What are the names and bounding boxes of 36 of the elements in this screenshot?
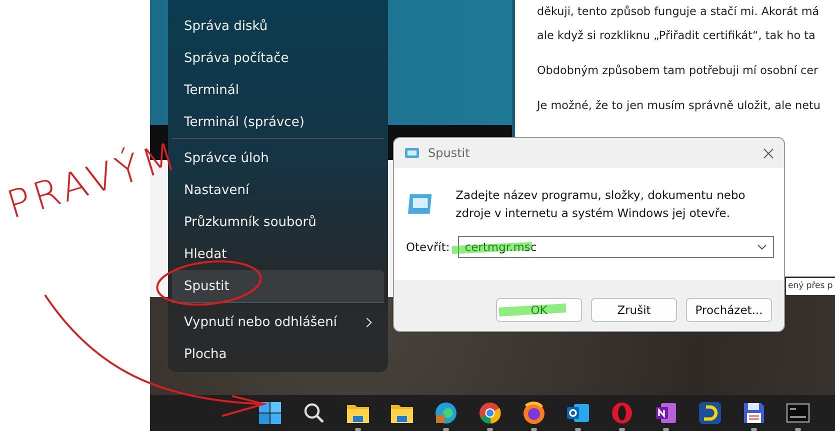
close-icon[interactable] — [763, 148, 774, 158]
paragraph: Obdobným způsobem tam potřebuji mí osobní cer — [537, 63, 820, 79]
browser-icon — [478, 401, 502, 425]
menu-item[interactable]: Vypnutí nebo odhlášení — [172, 306, 384, 338]
windows-logo-icon — [258, 401, 282, 425]
paragraph: Je možné, že to jen musím správně uložit, ale netu — [537, 98, 822, 114]
highlighter-stroke — [498, 304, 566, 316]
mail-app-icon — [566, 401, 590, 425]
menu-item[interactable]: Hledat — [172, 238, 384, 270]
menu-item[interactable]: Průzkumník souborů — [172, 206, 384, 238]
run-app-icon — [404, 147, 420, 159]
dialog-message: Zadejte název programu, složky, dokumentu nebo zdroje v internetu a systém Windows jej otevře. — [456, 187, 746, 222]
menu-item[interactable]: Správce úloh — [172, 142, 384, 174]
dialog-button[interactable]: Zrušit — [591, 298, 677, 322]
menu-item[interactable]: Spustit — [172, 270, 384, 303]
dialog-title: Spustit — [428, 146, 470, 160]
terminal-icon — [786, 401, 810, 425]
paragraph: děkuji, tento způsob funguje a stačí mi. Akorát má ale když si rozkliknu „Přiřadit certifikát“, tak ho ta — [537, 4, 820, 44]
search-icon — [302, 401, 326, 425]
notebook-app-icon — [654, 401, 678, 425]
menu-item[interactable]: Plocha — [172, 338, 384, 370]
browser-icon — [434, 401, 458, 425]
menu-item[interactable]: Terminál (správce) — [172, 106, 384, 139]
app-icon — [698, 401, 722, 425]
dropdown-caret-icon — [757, 244, 767, 250]
browser-icon — [522, 401, 546, 425]
menu-item[interactable]: Správa disků — [172, 10, 384, 42]
field-label: Otevřít: — [406, 240, 450, 254]
text-fragment: ený přes p — [786, 278, 835, 295]
menu-item[interactable]: Nastavení — [172, 174, 384, 206]
chevron-right-icon — [365, 316, 372, 328]
menu-item[interactable]: Správa počítače — [172, 42, 384, 74]
run-app-icon — [406, 193, 434, 215]
browser-icon — [610, 401, 634, 425]
dialog-button[interactable]: Procházet... — [686, 298, 772, 322]
menu-item[interactable]: Terminál — [172, 74, 384, 106]
